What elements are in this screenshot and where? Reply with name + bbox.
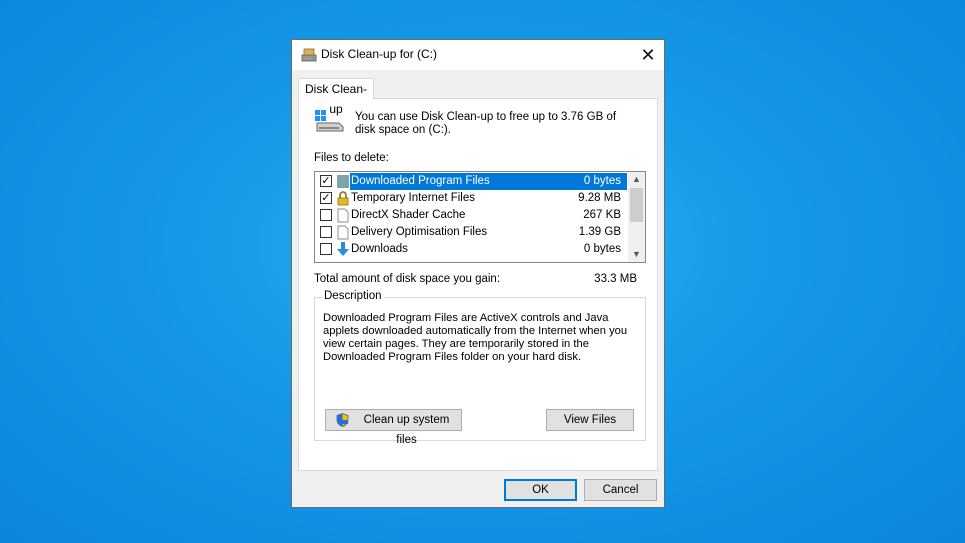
- close-button[interactable]: ✕: [632, 40, 664, 70]
- list-item[interactable]: ✓ Downloaded Program Files 0 bytes: [315, 173, 627, 190]
- lock-icon: [337, 191, 349, 206]
- checkbox-downloads[interactable]: [320, 243, 332, 255]
- file-name: Delivery Optimisation Files: [351, 226, 488, 238]
- checkbox-directx-shader-cache[interactable]: [320, 209, 332, 221]
- cancel-button[interactable]: Cancel: [584, 479, 657, 501]
- list-scrollbar[interactable]: ▲ ▼: [628, 172, 645, 262]
- total-space-value: 33.3 MB: [594, 273, 637, 285]
- title-bar[interactable]: Disk Clean-up for (C:) ✕: [292, 40, 664, 70]
- file-name: Temporary Internet Files: [351, 192, 475, 204]
- window-title: Disk Clean-up for (C:): [321, 47, 438, 61]
- intro-text: You can use Disk Clean-up to free up to …: [355, 111, 617, 136]
- checkbox-downloaded-program-files[interactable]: ✓: [320, 175, 332, 187]
- file-size: 1.39 GB: [578, 226, 621, 238]
- clean-up-system-files-label: Clean up system files: [363, 414, 450, 446]
- scroll-down-icon[interactable]: ▼: [628, 247, 645, 262]
- description-group: Description Downloaded Program Files are…: [314, 290, 646, 446]
- uac-shield-icon: [336, 413, 349, 427]
- total-space-label: Total amount of disk space you gain:: [314, 273, 501, 285]
- scroll-thumb[interactable]: [630, 188, 643, 222]
- list-item[interactable]: Delivery Optimisation Files 1.39 GB: [315, 224, 627, 241]
- file-icon: [337, 208, 349, 223]
- file-icon: [337, 225, 349, 240]
- list-item[interactable]: ✓ Temporary Internet Files 9.28 MB: [315, 190, 627, 207]
- tab-disk-cleanup[interactable]: Disk Clean-up: [298, 78, 374, 116]
- file-name: Downloaded Program Files: [351, 175, 490, 187]
- disk-cleanup-dialog: Disk Clean-up for (C:) ✕ Disk Clean-up Y…: [291, 39, 665, 508]
- file-name: DirectX Shader Cache: [351, 209, 466, 221]
- file-size: 0 bytes: [583, 175, 621, 187]
- files-list[interactable]: ✓ Downloaded Program Files 0 bytes ✓ Tem…: [314, 171, 646, 263]
- list-item[interactable]: Downloads 0 bytes: [315, 241, 627, 258]
- download-arrow-icon: [337, 242, 349, 256]
- file-name: Downloads: [351, 243, 408, 255]
- clean-up-system-files-button[interactable]: Clean up system files: [325, 409, 462, 446]
- files-to-delete-label: Files to delete:: [314, 152, 389, 164]
- description-text: Downloaded Program Files are ActiveX con…: [323, 312, 628, 363]
- drive-cleanup-icon: [301, 48, 317, 62]
- checkbox-delivery-optimisation-files[interactable]: [320, 226, 332, 238]
- list-item[interactable]: DirectX Shader Cache 267 KB: [315, 207, 627, 224]
- tab-panel: You can use Disk Clean-up to free up to …: [298, 98, 658, 471]
- file-size: 0 bytes: [583, 243, 621, 255]
- checkbox-temporary-internet-files[interactable]: ✓: [320, 192, 332, 204]
- file-size: 9.28 MB: [578, 192, 621, 204]
- scroll-up-icon[interactable]: ▲: [628, 172, 645, 187]
- description-legend: Description: [322, 290, 384, 302]
- folder-icon: [337, 175, 349, 188]
- view-files-button[interactable]: View Files: [546, 409, 634, 431]
- file-size: 267 KB: [583, 209, 621, 221]
- ok-button[interactable]: OK: [504, 479, 577, 501]
